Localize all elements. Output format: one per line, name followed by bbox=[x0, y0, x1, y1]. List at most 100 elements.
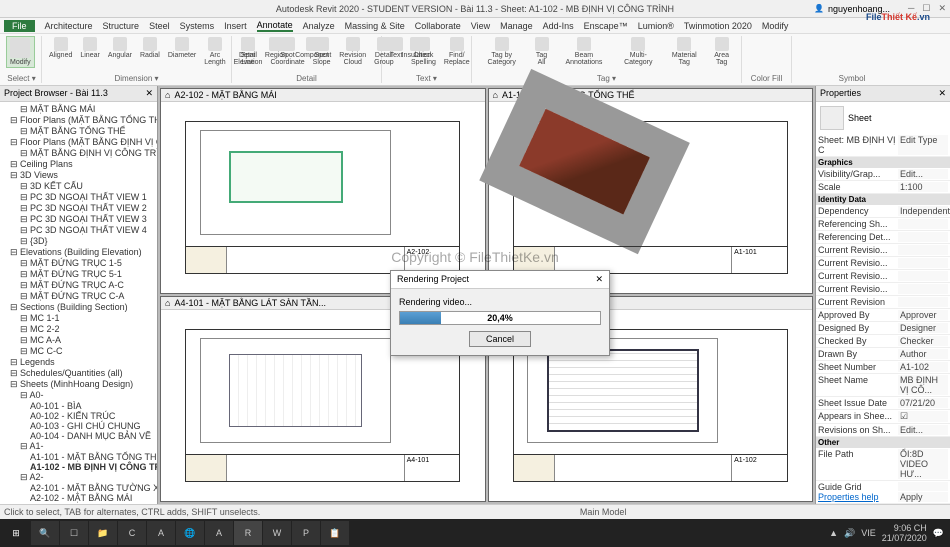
property-row[interactable]: Designed ByDesigner bbox=[816, 322, 950, 335]
tab-enscape[interactable]: Enscape™ bbox=[584, 21, 628, 31]
modify-button[interactable]: Modify bbox=[6, 36, 35, 68]
tab-analyze[interactable]: Analyze bbox=[303, 21, 335, 31]
tool-button[interactable]: Beam Annotations bbox=[556, 36, 613, 67]
property-row[interactable]: File PathỔI:8D VIDEO HƯ... bbox=[816, 448, 950, 481]
apply-button[interactable]: Apply bbox=[898, 492, 948, 502]
tree-item[interactable]: ⊟ MC 2-2 bbox=[2, 324, 155, 335]
tab-architecture[interactable]: Architecture bbox=[45, 21, 93, 31]
tab-collaborate[interactable]: Collaborate bbox=[415, 21, 461, 31]
start-button[interactable]: ⊞ bbox=[2, 521, 30, 545]
tree-item[interactable]: A2-101 - MẶT BẰNG TƯỜNG XÂY TẦNG 1 bbox=[2, 483, 155, 493]
property-row[interactable]: Current Revisio... bbox=[816, 257, 950, 270]
task-view-button[interactable]: ☐ bbox=[60, 521, 88, 545]
tree-item[interactable]: ⊟ 3D Views bbox=[2, 170, 155, 181]
tree-item[interactable]: ⊟ MẶT ĐỨNG TRỤC C-A bbox=[2, 291, 155, 302]
tree-item[interactable]: ⊟ Schedules/Quantities (all) bbox=[2, 368, 155, 379]
file-tab[interactable]: File bbox=[4, 20, 35, 32]
tree-item[interactable]: ⊟ A3- bbox=[2, 503, 155, 504]
tree-item[interactable]: ⊟ Floor Plans (MẶT BẰNG ĐỊNH VỊ CÔNG TRÌ… bbox=[2, 137, 155, 148]
tree-item[interactable]: ⊟ MC C-C bbox=[2, 346, 155, 357]
tree-item[interactable]: A0-103 - GHI CHÚ CHUNG bbox=[2, 421, 155, 431]
property-row[interactable]: Scale1:100 bbox=[816, 181, 950, 194]
taskbar-app[interactable]: 📁 bbox=[89, 521, 117, 545]
tool-button[interactable]: Revision Cloud bbox=[336, 36, 369, 67]
taskbar-app[interactable]: A bbox=[147, 521, 175, 545]
home-icon[interactable]: ⌂ bbox=[165, 90, 170, 100]
edit-type-button[interactable]: Edit Type bbox=[898, 135, 948, 155]
tree-item[interactable]: ⊟ MẶT BẰNG TỔNG THỂ bbox=[2, 126, 155, 137]
tree-item[interactable]: A0-104 - DANH MỤC BẢN VẼ bbox=[2, 431, 155, 441]
tab-twinmotion[interactable]: Twinmotion 2020 bbox=[684, 21, 752, 31]
home-icon[interactable]: ⌂ bbox=[493, 90, 498, 100]
tool-button[interactable]: Region bbox=[262, 36, 290, 60]
close-icon[interactable]: ✕ bbox=[145, 88, 153, 99]
tree-item[interactable]: ⊟ MẶT ĐỨNG TRỤC 5-1 bbox=[2, 269, 155, 280]
project-tree[interactable]: ⊟ MẶT BẰNG MÁI⊟ Floor Plans (MẶT BẰNG TỔ… bbox=[0, 102, 157, 504]
tool-button[interactable]: Radial bbox=[137, 36, 163, 60]
tool-button[interactable]: Component bbox=[292, 36, 334, 60]
tab-massing[interactable]: Massing & Site bbox=[345, 21, 405, 31]
taskbar-app[interactable]: R bbox=[234, 521, 262, 545]
close-icon[interactable]: ✕ bbox=[595, 274, 603, 285]
close-icon[interactable]: ✕ bbox=[938, 88, 946, 99]
tree-item[interactable]: ⊟ A2- bbox=[2, 472, 155, 483]
tool-button[interactable]: Aligned bbox=[46, 36, 75, 60]
tree-item[interactable]: ⊟ 3D KẾT CẤU bbox=[2, 181, 155, 192]
tab-manage[interactable]: Manage bbox=[500, 21, 533, 31]
taskbar-app[interactable]: 📋 bbox=[321, 521, 349, 545]
tab-modify[interactable]: Modify bbox=[762, 21, 789, 31]
property-row[interactable]: Visibility/Grap...Edit... bbox=[816, 168, 950, 181]
property-row[interactable]: Referencing Det... bbox=[816, 231, 950, 244]
tree-item[interactable]: A2-102 - MẶT BẰNG MÁI bbox=[2, 493, 155, 503]
home-icon[interactable]: ⌂ bbox=[165, 298, 170, 308]
property-row[interactable]: Approved ByApprover bbox=[816, 309, 950, 322]
tool-button[interactable]: Material Tag bbox=[664, 36, 704, 67]
property-row[interactable]: Current Revision bbox=[816, 296, 950, 309]
tree-item[interactable]: ⊟ PC 3D NGOẠI THẤT VIEW 3 bbox=[2, 214, 155, 225]
tree-item[interactable]: ⊟ Floor Plans (MẶT BẰNG TỔNG THỂ) bbox=[2, 115, 155, 126]
taskbar-app[interactable]: A bbox=[205, 521, 233, 545]
property-row[interactable]: Current Revisio... bbox=[816, 270, 950, 283]
property-row[interactable]: Referencing Sh... bbox=[816, 218, 950, 231]
tree-item[interactable]: A1-102 - MB ĐỊNH VỊ CÔNG TRÌNH bbox=[2, 462, 155, 472]
tree-item[interactable]: ⊟ Ceiling Plans bbox=[2, 159, 155, 170]
property-row[interactable]: Current Revisio... bbox=[816, 283, 950, 296]
search-button[interactable]: 🔍 bbox=[31, 521, 59, 545]
tool-button[interactable]: Arc Length bbox=[201, 36, 228, 67]
viewport-2[interactable]: ⌂A1-101 - MẶT BẰNG TỔNG THỂ A1-101 bbox=[488, 88, 814, 294]
tree-item[interactable]: ⊟ MC 1-1 bbox=[2, 313, 155, 324]
property-row[interactable]: Appears in Shee...☑ bbox=[816, 410, 950, 424]
tree-item[interactable]: A1-101 - MẶT BẰNG TỔNG THỂ bbox=[2, 452, 155, 462]
property-row[interactable]: Drawn ByAuthor bbox=[816, 348, 950, 361]
tool-button[interactable]: Tag All bbox=[529, 36, 553, 67]
taskbar-app[interactable]: W bbox=[263, 521, 291, 545]
tab-steel[interactable]: Steel bbox=[149, 21, 170, 31]
tab-addins[interactable]: Add-Ins bbox=[543, 21, 574, 31]
tool-button[interactable]: Text bbox=[386, 36, 406, 60]
property-row[interactable]: Sheet NameMB ĐỊNH VỊ CÔ... bbox=[816, 374, 950, 397]
tree-item[interactable]: ⊟ MẶT ĐỨNG TRỤC 1-5 bbox=[2, 258, 155, 269]
tree-item[interactable]: ⊟ MẶT BẰNG MÁI bbox=[2, 104, 155, 115]
tool-button[interactable]: Area Tag bbox=[706, 36, 737, 67]
tool-button[interactable]: Diameter bbox=[165, 36, 199, 60]
property-row[interactable]: Checked ByChecker bbox=[816, 335, 950, 348]
tab-view[interactable]: View bbox=[471, 21, 490, 31]
tree-item[interactable]: ⊟ A0- bbox=[2, 390, 155, 401]
tree-item[interactable]: ⊟ MẶT BẰNG ĐỊNH VỊ CÔNG TRÌNH bbox=[2, 148, 155, 159]
tab-annotate[interactable]: Annotate bbox=[257, 20, 293, 32]
property-row[interactable]: Sheet NumberA1-102 bbox=[816, 361, 950, 374]
tool-button[interactable]: Check Spelling bbox=[408, 36, 439, 67]
tree-item[interactable]: ⊟ PC 3D NGOẠI THẤT VIEW 1 bbox=[2, 192, 155, 203]
tab-lumion[interactable]: Lumion® bbox=[638, 21, 674, 31]
tab-systems[interactable]: Systems bbox=[180, 21, 215, 31]
property-row[interactable]: Guide Grid bbox=[816, 481, 950, 491]
tab-structure[interactable]: Structure bbox=[103, 21, 140, 31]
taskbar-app[interactable]: 🌐 bbox=[176, 521, 204, 545]
tree-item[interactable]: ⊟ MẶT ĐỨNG TRỤC A-C bbox=[2, 280, 155, 291]
tree-item[interactable]: ⊟ Legends bbox=[2, 357, 155, 368]
tree-item[interactable]: ⊟ Sections (Building Section) bbox=[2, 302, 155, 313]
taskbar-app[interactable]: P bbox=[292, 521, 320, 545]
tree-item[interactable]: ⊟ MC A-A bbox=[2, 335, 155, 346]
tool-button[interactable]: Tag by Category bbox=[476, 36, 527, 67]
property-row[interactable]: DependencyIndependent bbox=[816, 205, 950, 218]
